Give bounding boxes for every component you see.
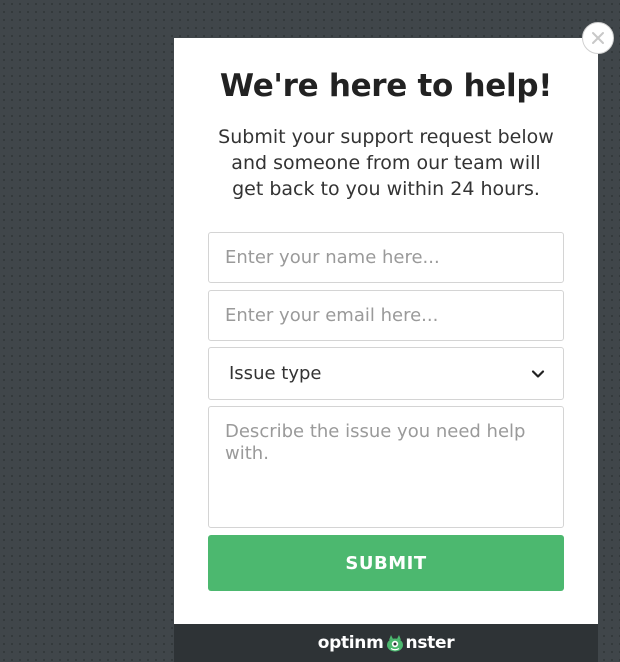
optinmonster-brand[interactable]: optinm nster <box>318 633 455 653</box>
close-icon <box>592 32 604 44</box>
monster-logo-icon <box>386 635 403 652</box>
chevron-down-icon <box>531 369 545 378</box>
close-button[interactable] <box>582 22 614 54</box>
name-input[interactable] <box>208 232 564 283</box>
modal-subtitle: Submit your support request below and so… <box>218 126 554 200</box>
brand-text-start: optinm <box>317 633 384 653</box>
email-input[interactable] <box>208 290 564 341</box>
description-textarea[interactable] <box>208 406 564 528</box>
footer-bar: optinm nster <box>174 624 598 662</box>
brand-text-end: nster <box>405 633 455 653</box>
issue-type-value: Issue type <box>229 363 322 384</box>
issue-type-select[interactable]: Issue type <box>208 347 564 400</box>
submit-button[interactable]: SUBMIT <box>208 535 564 591</box>
modal-title: We're here to help! <box>219 68 553 104</box>
